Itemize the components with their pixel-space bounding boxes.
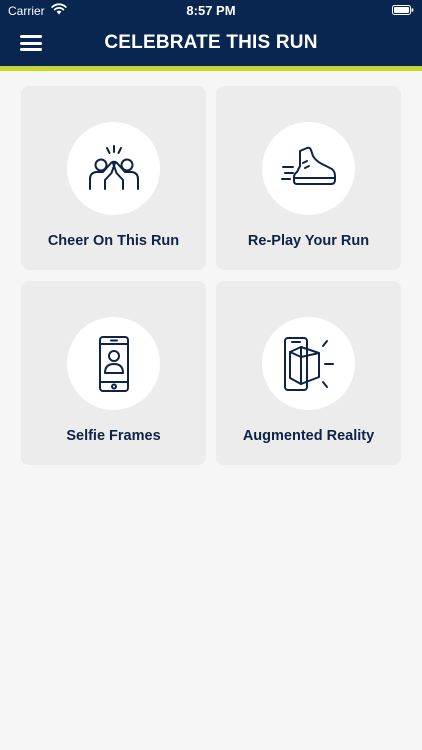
icon-circle <box>67 122 160 215</box>
status-time: 8:57 PM <box>186 3 236 18</box>
app-header: Carrier 8:57 PM CELEBRATE THIS RUN <box>0 0 422 66</box>
phone-selfie-icon <box>98 335 129 392</box>
header-accent-divider <box>0 66 422 71</box>
running-shoe-icon <box>280 146 336 185</box>
tile-re-play-your-run[interactable]: Re-Play Your Run <box>216 86 401 270</box>
icon-circle <box>67 317 160 410</box>
tile-selfie-frames[interactable]: Selfie Frames <box>21 281 206 465</box>
tile-label: Re-Play Your Run <box>247 233 370 249</box>
icon-circle <box>262 122 355 215</box>
tile-label: Augmented Reality <box>242 428 375 444</box>
battery-icon <box>392 5 414 15</box>
icon-circle <box>262 317 355 410</box>
tile-label: Cheer On This Run <box>47 233 180 249</box>
tile-augmented-reality[interactable]: Augmented Reality <box>216 281 401 465</box>
feature-tiles: Cheer On This Run Re-Play Your Run Selfi… <box>21 86 401 465</box>
tile-cheer-on-this-run[interactable]: Cheer On This Run <box>21 86 206 270</box>
augmented-reality-icon <box>283 336 334 391</box>
status-bar: Carrier 8:57 PM <box>0 0 422 22</box>
tile-label: Selfie Frames <box>66 428 161 444</box>
high-five-icon <box>88 144 139 190</box>
page-title: CELEBRATE THIS RUN <box>104 32 318 53</box>
